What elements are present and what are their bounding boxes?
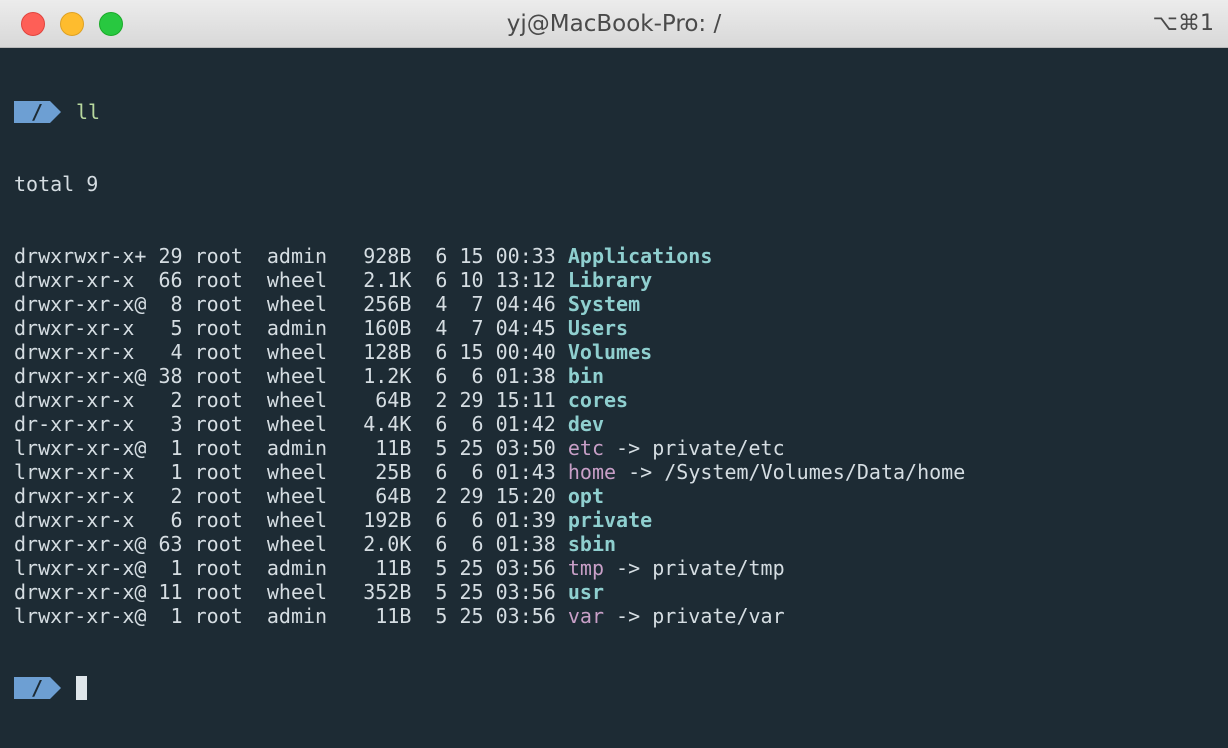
symlink-arrow: -> — [616, 460, 665, 484]
directory-name: dev — [567, 412, 605, 436]
listing-row: drwxr-xr-x@ 63 root wheel 2.0K 6 6 01:38… — [14, 532, 1228, 556]
file-meta: drwxr-xr-x@ 8 root wheel 256B 4 7 04:46 — [14, 292, 568, 316]
file-meta: lrwxr-xr-x@ 1 root admin 11B 5 25 03:50 — [14, 436, 568, 460]
listing-row: drwxr-xr-x 6 root wheel 192B 6 6 01:39 p… — [14, 508, 1228, 532]
file-meta: lrwxr-xr-x@ 1 root admin 11B 5 25 03:56 — [14, 556, 568, 580]
directory-name: Applications — [567, 244, 713, 268]
current-prompt-line[interactable]: / — [14, 676, 1228, 700]
directory-name: Volumes — [567, 340, 653, 364]
file-meta: drwxr-xr-x 2 root wheel 64B 2 29 15:20 — [14, 484, 568, 508]
symlink-arrow: -> — [604, 436, 653, 460]
symlink-arrow: -> — [604, 556, 653, 580]
symlink-target: /System/Volumes/Data/home — [664, 460, 966, 484]
terminal-window: yj@MacBook-Pro: / ⌥⌘1 / ll total 9 drwxrw… — [0, 0, 1228, 700]
text-cursor — [76, 676, 87, 700]
directory-name: bin — [567, 364, 605, 388]
listing-row: lrwxr-xr-x@ 1 root admin 11B 5 25 03:56 … — [14, 556, 1228, 580]
command-line: / ll — [14, 100, 1228, 124]
listing: drwxrwxr-x+ 29 root admin 928B 6 15 00:3… — [14, 244, 1228, 628]
file-meta: lrwxr-xr-x@ 1 root admin 11B 5 25 03:56 — [14, 604, 568, 628]
directory-name: System — [567, 292, 641, 316]
title-bar[interactable]: yj@MacBook-Pro: / ⌥⌘1 — [0, 0, 1228, 48]
file-meta: drwxr-xr-x 4 root wheel 128B 6 15 00:40 — [14, 340, 568, 364]
prompt-segment: / — [14, 676, 76, 700]
symlink-name: etc — [567, 436, 605, 460]
listing-row: drwxrwxr-x+ 29 root admin 928B 6 15 00:3… — [14, 244, 1228, 268]
file-meta: drwxr-xr-x@ 38 root wheel 1.2K 6 6 01:38 — [14, 364, 568, 388]
prompt-path: / — [30, 676, 44, 700]
listing-row: lrwxr-xr-x 1 root wheel 25B 6 6 01:43 ho… — [14, 460, 1228, 484]
listing-row: lrwxr-xr-x@ 1 root admin 11B 5 25 03:56 … — [14, 604, 1228, 628]
command-text: ll — [76, 100, 101, 124]
tab-shortcut-label: ⌥⌘1 — [1152, 11, 1214, 36]
directory-name: cores — [567, 388, 629, 412]
file-meta: drwxr-xr-x 5 root admin 160B 4 7 04:45 — [14, 316, 568, 340]
total-line: total 9 — [14, 172, 99, 196]
symlink-target: private/var — [652, 604, 785, 628]
directory-name: opt — [567, 484, 605, 508]
symlink-name: var — [567, 604, 605, 628]
file-meta: drwxr-xr-x@ 63 root wheel 2.0K 6 6 01:38 — [14, 532, 568, 556]
prompt-segment: / — [14, 100, 76, 124]
file-meta: drwxr-xr-x 6 root wheel 192B 6 6 01:39 — [14, 508, 568, 532]
listing-row: dr-xr-xr-x 3 root wheel 4.4K 6 6 01:42 d… — [14, 412, 1228, 436]
directory-name: sbin — [567, 532, 617, 556]
file-meta: drwxrwxr-x+ 29 root admin 928B 6 15 00:3… — [14, 244, 568, 268]
symlink-name: home — [567, 460, 617, 484]
directory-name: Library — [567, 268, 653, 292]
file-meta: drwxr-xr-x@ 11 root wheel 352B 5 25 03:5… — [14, 580, 568, 604]
symlink-arrow: -> — [604, 604, 653, 628]
directory-name: private — [567, 508, 653, 532]
listing-row: drwxr-xr-x@ 8 root wheel 256B 4 7 04:46 … — [14, 292, 1228, 316]
symlink-name: tmp — [567, 556, 605, 580]
listing-row: drwxr-xr-x 5 root admin 160B 4 7 04:45 U… — [14, 316, 1228, 340]
symlink-target: private/etc — [652, 436, 785, 460]
file-meta: drwxr-xr-x 2 root wheel 64B 2 29 15:11 — [14, 388, 568, 412]
listing-row: drwxr-xr-x@ 11 root wheel 352B 5 25 03:5… — [14, 580, 1228, 604]
terminal-output[interactable]: / ll total 9 drwxrwxr-x+ 29 root admin 92… — [14, 52, 1228, 700]
symlink-target: private/tmp — [652, 556, 785, 580]
file-meta: lrwxr-xr-x 1 root wheel 25B 6 6 01:43 — [14, 460, 568, 484]
directory-name: Users — [567, 316, 629, 340]
file-meta: dr-xr-xr-x 3 root wheel 4.4K 6 6 01:42 — [14, 412, 568, 436]
prompt-path: / — [30, 100, 44, 124]
directory-name: usr — [567, 580, 605, 604]
listing-row: drwxr-xr-x 2 root wheel 64B 2 29 15:20 o… — [14, 484, 1228, 508]
listing-row: lrwxr-xr-x@ 1 root admin 11B 5 25 03:50 … — [14, 436, 1228, 460]
file-meta: drwxr-xr-x 66 root wheel 2.1K 6 10 13:12 — [14, 268, 568, 292]
listing-row: drwxr-xr-x 2 root wheel 64B 2 29 15:11 c… — [14, 388, 1228, 412]
window-title: yj@MacBook-Pro: / — [506, 11, 722, 37]
listing-row: drwxr-xr-x@ 38 root wheel 1.2K 6 6 01:38… — [14, 364, 1228, 388]
listing-row: drwxr-xr-x 66 root wheel 2.1K 6 10 13:12… — [14, 268, 1228, 292]
listing-row: drwxr-xr-x 4 root wheel 128B 6 15 00:40 … — [14, 340, 1228, 364]
